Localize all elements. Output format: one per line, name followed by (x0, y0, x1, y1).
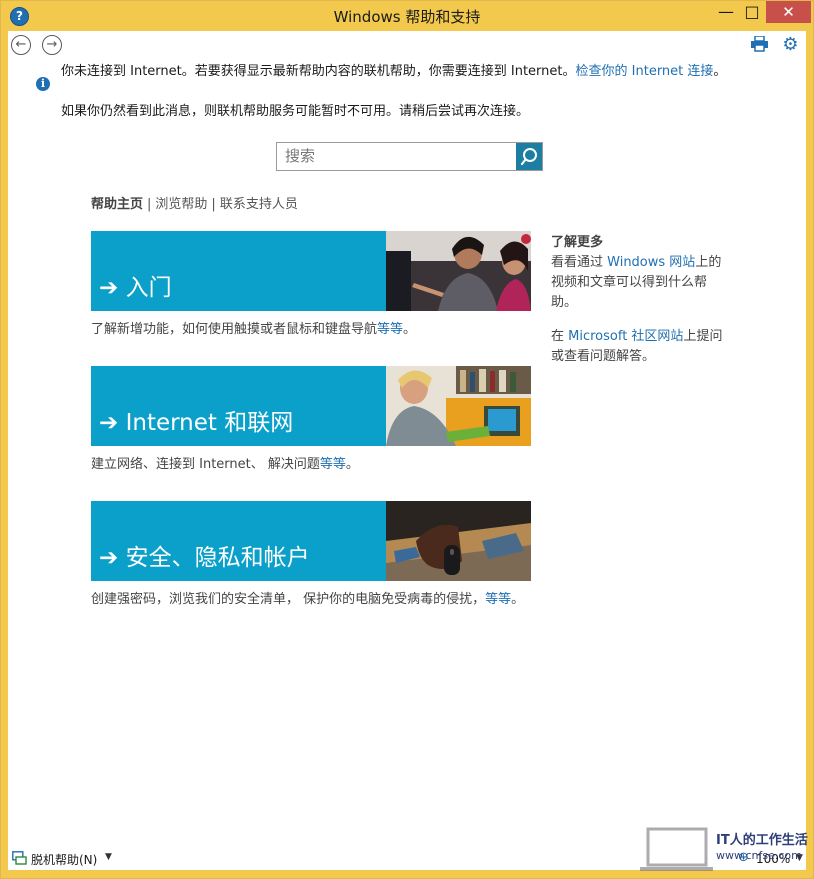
search-icon (520, 148, 537, 166)
window-title: Windows 帮助和支持 (333, 8, 481, 26)
offline-notice: 你未连接到 Internet。若要获得显示最新帮助内容的联机帮助，你需要连接到 … (61, 60, 726, 79)
watermark-text: IT人的工作生活 (716, 833, 808, 848)
title-bar: ? Windows 帮助和支持 — □ ✕ (1, 1, 813, 31)
arrow-right-icon: ➔ (99, 545, 126, 571)
tile-description: 创建强密码，浏览我们的安全清单， 保护你的电脑免受病毒的侵扰，等等。 (91, 592, 525, 607)
unavailable-notice: 如果你仍然看到此消息，则联机帮助服务可能暂时不可用。请稍后尝试再次连接。 (61, 104, 530, 119)
tile-photo-laptop (386, 366, 531, 446)
arrow-right-icon: ➔ (99, 275, 126, 301)
tile-get-started[interactable]: ➔ 入门 (91, 231, 531, 311)
breadcrumb-separator: | (211, 197, 216, 212)
gear-icon[interactable]: ⚙ (781, 35, 800, 54)
tile-photo-hand-mouse (386, 501, 531, 581)
chevron-down-icon[interactable]: ▼ (105, 852, 112, 862)
browse-help-link[interactable]: 浏览帮助 (155, 197, 207, 212)
offline-help-menu[interactable]: 脱机帮助(N) (31, 851, 97, 868)
help-home-link[interactable]: 帮助主页 (91, 197, 143, 212)
arrow-right-icon: → (46, 37, 58, 52)
notice-end: 。 (713, 64, 727, 79)
check-connection-link[interactable]: 检查你的 Internet 连接 (576, 64, 714, 79)
back-button[interactable]: ← (11, 35, 31, 55)
print-icon[interactable] (751, 36, 768, 52)
watermark: IT人的工作生活 www.cnfse.com (638, 821, 813, 876)
search-input[interactable] (277, 143, 515, 168)
close-button[interactable]: ✕ (766, 1, 811, 23)
offline-help-icon (12, 851, 27, 865)
info-icon: i (36, 77, 50, 91)
help-window: ? Windows 帮助和支持 — □ ✕ ← → ⚙ i 你未连接到 Inte… (0, 0, 814, 879)
breadcrumb-separator: | (147, 197, 152, 212)
community-website-link[interactable]: Microsoft 社区网站 (568, 329, 683, 344)
tile-description: 了解新增功能，如何使用触摸或者鼠标和键盘导航等等。 (91, 322, 417, 337)
tile-label: ➔ 入门 (99, 275, 172, 301)
arrow-left-icon: ← (15, 37, 27, 52)
tile-label: ➔ 安全、隐私和帐户 (99, 545, 310, 571)
laptop-logo-icon (640, 827, 713, 871)
search-button[interactable] (516, 143, 542, 170)
more-link[interactable]: 等等 (320, 457, 346, 472)
windows-website-link[interactable]: Windows 网站 (607, 255, 695, 270)
breadcrumb: 帮助主页 | 浏览帮助 | 联系支持人员 (91, 193, 298, 212)
tile-internet-networking[interactable]: ➔ Internet 和联网 (91, 366, 531, 446)
tile-photo-people (386, 231, 531, 311)
maximize-button[interactable]: □ (736, 1, 768, 23)
content-area: ← → ⚙ i 你未连接到 Internet。若要获得显示最新帮助内容的联机帮助… (8, 31, 806, 848)
more-link[interactable]: 等等 (485, 592, 511, 607)
tile-label: ➔ Internet 和联网 (99, 410, 294, 436)
tile-description: 建立网络、连接到 Internet、 解决问题等等。 (91, 457, 359, 472)
search-box (276, 142, 543, 171)
forward-button[interactable]: → (42, 35, 62, 55)
contact-support-link[interactable]: 联系支持人员 (220, 197, 298, 212)
learn-more-windows: 看看通过 Windows 网站上的视频和文章可以得到什么帮助。 (551, 255, 722, 310)
tile-security-privacy[interactable]: ➔ 安全、隐私和帐户 (91, 501, 531, 581)
watermark-url: www.cnfse.com (716, 849, 802, 862)
arrow-right-icon: ➔ (99, 410, 126, 436)
learn-more-community: 在 Microsoft 社区网站上提问或查看问题解答。 (551, 329, 723, 364)
learn-more-heading: 了解更多 (551, 235, 604, 250)
notice-text: 你未连接到 Internet。若要获得显示最新帮助内容的联机帮助，你需要连接到 … (61, 64, 576, 79)
more-link[interactable]: 等等 (377, 322, 403, 337)
